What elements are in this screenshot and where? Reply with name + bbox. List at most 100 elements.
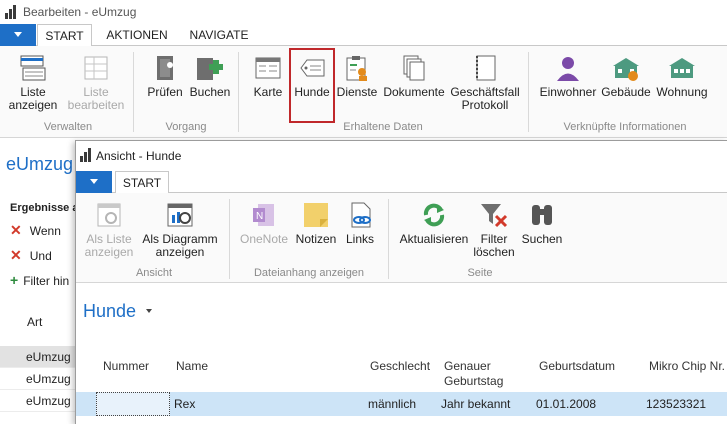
nummer-cell-input[interactable] [96, 392, 170, 416]
group-vorgang: Vorgang [165, 121, 207, 133]
group-dateianhang: Dateianhang anzeigen [253, 267, 365, 279]
links-label: Links [345, 232, 374, 246]
liste-anzeigen-button[interactable]: Liste anzeigen [8, 54, 58, 112]
suchen-button[interactable]: Suchen [520, 201, 564, 246]
list-view-icon [20, 55, 46, 81]
list-item[interactable]: eUmzug [0, 368, 80, 390]
dokumente-button[interactable]: Dokumente [382, 54, 446, 99]
remove-icon[interactable]: ✕ [10, 247, 22, 263]
remove-icon[interactable]: ✕ [10, 222, 22, 238]
buchen-button[interactable]: Buchen [189, 54, 231, 99]
gebaeude-button[interactable]: Gebäude [600, 54, 652, 99]
column-geburtsdatum[interactable]: Geburtsdatum [539, 359, 615, 374]
column-art: Art [27, 315, 43, 329]
wenn-label: Wenn [29, 224, 61, 238]
main-window-title: Bearbeiten - eUmzug [23, 5, 137, 19]
pruefen-button[interactable]: Prüfen [145, 54, 185, 99]
left-page-title: eUmzug [6, 154, 74, 174]
column-geschlecht[interactable]: Geschlecht [370, 359, 430, 374]
link-icon [351, 202, 371, 228]
apartment-icon [669, 58, 695, 78]
chart-search-icon [167, 203, 193, 227]
list-item[interactable]: eUmzug [0, 390, 80, 412]
geschaeftsfall-label: Geschäftsfall Protokoll [450, 85, 520, 112]
liste-bearbeiten-button[interactable]: Liste bearbeiten [66, 54, 126, 112]
als-liste-anzeigen-button[interactable]: Als Liste anzeigen [84, 201, 134, 259]
clear-filter-icon [481, 204, 508, 228]
filter-wenn[interactable]: ✕ Wenn [10, 222, 61, 239]
results-header: Ergebnisse a [10, 202, 79, 214]
main-titlebar: Bearbeiten - eUmzug [0, 0, 727, 24]
column-name[interactable]: Name [176, 359, 208, 374]
app-icon [5, 5, 19, 19]
page-title[interactable]: Hunde [83, 301, 136, 322]
chevron-down-icon[interactable] [146, 309, 152, 313]
svg-text:N: N [256, 211, 263, 222]
overlay-tab-row: START [76, 171, 727, 194]
app-icon [80, 148, 94, 162]
filter-label: Filter hin [23, 274, 70, 288]
notizen-label: Notizen [295, 232, 337, 246]
onenote-label: OneNote [239, 232, 289, 246]
filter-und[interactable]: ✕ Und [10, 247, 52, 264]
person-icon [557, 57, 579, 81]
plus-icon: + [10, 272, 19, 288]
dienste-button[interactable]: Dienste [336, 54, 378, 99]
wohnung-button[interactable]: Wohnung [655, 54, 709, 99]
main-tab-row: START AKTIONEN NAVIGATE [0, 24, 727, 47]
pruefen-label: Prüfen [147, 85, 183, 99]
karte-label: Karte [253, 85, 283, 99]
edit-list-icon [84, 56, 108, 80]
karte-button[interactable]: Karte [250, 54, 286, 99]
group-erhaltene-daten: Erhaltene Daten [343, 121, 423, 133]
aktualisieren-button[interactable]: Aktualisieren [398, 201, 470, 246]
cell-chip: 123523321 [646, 397, 707, 411]
card-icon [255, 57, 281, 79]
filter-loeschen-button[interactable]: Filter löschen [472, 201, 516, 259]
als-diagramm-label: Als Diagramm anzeigen [142, 232, 218, 259]
left-pane: eUmzug Ergebnisse a ✕ Wenn ✕ Und + Filter h… [0, 138, 80, 424]
list-search-icon [97, 203, 121, 227]
group-verwalten: Verwalten [43, 121, 93, 133]
add-filter-link[interactable]: + Filter hin [10, 272, 69, 288]
tab-start[interactable]: START [37, 24, 92, 47]
column-mikro-chip[interactable]: Mikro Chip Nr. [649, 359, 725, 374]
list-item[interactable]: eUmzug [0, 346, 80, 368]
liste-anzeigen-label: Liste anzeigen [8, 85, 58, 112]
column-nummer[interactable]: Nummer [103, 359, 149, 374]
geschaeftsfall-protokoll-button[interactable]: Geschäftsfall Protokoll [450, 54, 520, 112]
tab-navigate[interactable]: NAVIGATE [182, 24, 256, 46]
refresh-icon [423, 203, 445, 227]
notizen-button[interactable]: Notizen [294, 201, 338, 246]
building-icon [613, 58, 639, 81]
links-button[interactable]: Links [342, 201, 378, 246]
und-label: Und [29, 249, 52, 263]
group-verknuepfte-informationen: Verknüpfte Informationen [563, 121, 687, 133]
hunde-highlight-box [289, 48, 335, 123]
cell-name: Rex [174, 397, 196, 411]
cell-genauer: Jahr bekannt [441, 397, 511, 411]
note-icon [304, 203, 328, 227]
check-document-icon [157, 56, 173, 80]
app-menu-button[interactable] [0, 24, 36, 46]
group-ansicht: Ansicht [135, 267, 173, 279]
overlay-menu-button[interactable] [76, 171, 112, 193]
wohnung-label: Wohnung [656, 85, 708, 99]
onenote-button[interactable]: N OneNote [238, 201, 290, 246]
documents-icon [403, 55, 425, 81]
als-liste-label: Als Liste anzeigen [84, 232, 134, 259]
buchen-label: Buchen [189, 85, 231, 99]
tab-start[interactable]: START [115, 171, 169, 194]
notebook-icon [476, 55, 496, 81]
cell-geburtsdatum: 01.01.2008 [536, 397, 597, 411]
als-diagramm-anzeigen-button[interactable]: Als Diagramm anzeigen [140, 201, 220, 259]
binoculars-icon [532, 205, 552, 225]
main-ribbon: Liste anzeigen Liste bearbeiten Prüfen B… [0, 46, 727, 138]
tab-aktionen[interactable]: AKTIONEN [98, 24, 176, 46]
onenote-icon: N [253, 204, 274, 226]
gebaeude-label: Gebäude [601, 85, 651, 99]
overlay-ribbon: Als Liste anzeigen Als Diagramm anzeigen… [76, 193, 727, 283]
post-icon [197, 58, 223, 80]
column-genauer-geburtstag[interactable]: Genauer Geburtstag [444, 359, 524, 389]
einwohner-button[interactable]: Einwohner [538, 54, 598, 99]
